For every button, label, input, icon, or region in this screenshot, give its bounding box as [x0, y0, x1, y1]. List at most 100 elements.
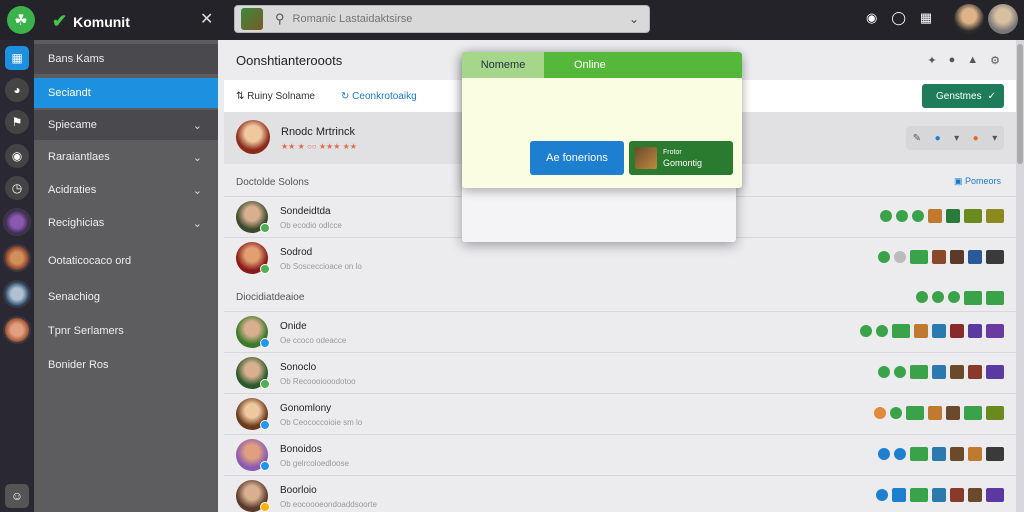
- game-icon[interactable]: [986, 406, 1004, 420]
- game-icon[interactable]: [906, 406, 924, 420]
- status-icon[interactable]: [878, 448, 890, 460]
- tab-name[interactable]: Nomeme: [462, 52, 544, 78]
- sidebar-item[interactable]: Senachiog: [34, 282, 218, 312]
- sidebar-item[interactable]: Bonider Ros: [34, 350, 218, 380]
- puzzle-icon[interactable]: ⚑: [5, 110, 29, 134]
- game-icon[interactable]: [964, 406, 982, 420]
- status-icon[interactable]: [892, 488, 906, 502]
- chat-icon[interactable]: ◯: [891, 10, 906, 26]
- game-icon[interactable]: [986, 324, 1004, 338]
- game-icon[interactable]: [950, 488, 964, 502]
- add-server-icon[interactable]: ☺: [5, 484, 29, 508]
- server-avatar[interactable]: [3, 244, 31, 272]
- sidebar-item[interactable]: Ootaticocaco ord: [34, 246, 218, 276]
- app-logo-icon[interactable]: ☘: [7, 6, 35, 34]
- friend-row[interactable]: Boorloio Ob eocoooeondoaddsoorte: [224, 475, 1016, 512]
- sort-link[interactable]: ⇅ Ruiny Solname: [236, 91, 315, 102]
- sidebar-item[interactable]: Acidraties ⌄: [34, 175, 218, 205]
- sidebar-item[interactable]: Tpnr Serlamers: [34, 316, 218, 346]
- clock-icon[interactable]: ◷: [5, 176, 29, 200]
- friend-row[interactable]: Sodrod Ob Sosceccioace on lo: [224, 237, 1016, 278]
- settings-icon[interactable]: ⚙: [990, 54, 1000, 67]
- action-button[interactable]: Genstmes ✓: [922, 84, 1004, 108]
- status-icon[interactable]: [894, 448, 906, 460]
- game-icon[interactable]: [932, 250, 946, 264]
- user-avatar[interactable]: [954, 4, 984, 34]
- game-icon[interactable]: [932, 365, 946, 379]
- puzzle-icon[interactable]: ✦: [927, 54, 936, 67]
- tab-online[interactable]: Online: [574, 52, 606, 78]
- game-icon[interactable]: [910, 488, 928, 502]
- game-icon[interactable]: [928, 406, 942, 420]
- user-controls[interactable]: ✎ ● ▾ ● ▾: [906, 126, 1004, 150]
- profile-avatar[interactable]: [988, 4, 1018, 34]
- status-icon[interactable]: [880, 210, 892, 222]
- friend-row[interactable]: Bonoidos Ob gelrcoloedloose: [224, 434, 1016, 475]
- status-icon[interactable]: [878, 251, 890, 263]
- game-icon[interactable]: [914, 324, 928, 338]
- grid-icon[interactable]: ▦: [920, 10, 932, 26]
- voice-icon[interactable]: ●: [935, 133, 941, 144]
- game-icon[interactable]: [950, 447, 964, 461]
- chevron-down-icon[interactable]: ⌄: [629, 12, 639, 26]
- pen-icon[interactable]: ✎: [913, 133, 921, 144]
- game-icon[interactable]: [932, 488, 946, 502]
- game-icon[interactable]: [968, 365, 982, 379]
- pin-icon[interactable]: ▲: [967, 54, 978, 67]
- record-icon[interactable]: ●: [973, 133, 979, 144]
- scrollbar-thumb[interactable]: [1017, 44, 1023, 164]
- friend-row[interactable]: Gonomlony Ob Ceococcoioie sm lo: [224, 393, 1016, 434]
- status-icon[interactable]: ◉: [866, 10, 877, 26]
- game-icon[interactable]: [964, 209, 982, 223]
- home-icon[interactable]: ▦: [5, 46, 29, 70]
- status-icon[interactable]: [878, 366, 890, 378]
- game-icon[interactable]: [932, 324, 946, 338]
- scrollbar[interactable]: [1016, 40, 1024, 512]
- game-icon[interactable]: [968, 447, 982, 461]
- close-icon[interactable]: ✕: [200, 9, 213, 29]
- popup-primary-button[interactable]: Ae fonerions: [530, 141, 624, 175]
- bell-icon[interactable]: ●: [949, 54, 956, 67]
- game-icon[interactable]: [986, 488, 1004, 502]
- server-avatar[interactable]: [3, 316, 31, 344]
- status-icon[interactable]: [876, 489, 888, 501]
- game-icon[interactable]: [950, 365, 964, 379]
- game-icon[interactable]: [928, 209, 942, 223]
- chevron-down-icon[interactable]: ▾: [954, 133, 959, 144]
- server-avatar[interactable]: [3, 280, 31, 308]
- sidebar-item[interactable]: Recighicias ⌄: [34, 208, 218, 238]
- game-icon[interactable]: [946, 209, 960, 223]
- status-icon[interactable]: [894, 366, 906, 378]
- status-icon[interactable]: [894, 251, 906, 263]
- game-icon[interactable]: [968, 488, 982, 502]
- game-icon[interactable]: [986, 250, 1004, 264]
- status-icon[interactable]: [876, 325, 888, 337]
- game-icon[interactable]: [892, 324, 910, 338]
- friend-row[interactable]: Sonoclo Ob Recoooiooodotoo: [224, 352, 1016, 393]
- filter-link[interactable]: ↻ Ceonkrotoaikg: [341, 91, 417, 102]
- search-bar[interactable]: ⚲ ⌄: [234, 5, 650, 33]
- status-icon[interactable]: [912, 210, 924, 222]
- game-icon[interactable]: [910, 365, 928, 379]
- sidebar-item[interactable]: Bans Kams: [34, 44, 218, 74]
- section-action[interactable]: ▣ Pomeors: [954, 176, 1001, 187]
- friend-row[interactable]: Onide Oe ccoco odeacce: [224, 311, 1016, 352]
- game-icon[interactable]: [968, 324, 982, 338]
- game-icon[interactable]: [986, 209, 1004, 223]
- game-icon[interactable]: [986, 447, 1004, 461]
- compass-icon[interactable]: ◕: [5, 78, 29, 102]
- status-icon[interactable]: [890, 407, 902, 419]
- game-icon[interactable]: [910, 447, 928, 461]
- status-icon[interactable]: [896, 210, 908, 222]
- sidebar-item[interactable]: Raraiantlaes ⌄: [34, 142, 218, 172]
- game-icon[interactable]: [946, 406, 960, 420]
- status-icon[interactable]: [874, 407, 886, 419]
- popup-game-button[interactable]: Frotor Gomontig: [629, 141, 733, 175]
- game-icon[interactable]: [986, 365, 1004, 379]
- game-icon[interactable]: [932, 447, 946, 461]
- game-icon[interactable]: [950, 250, 964, 264]
- chevron-down-icon[interactable]: ▾: [992, 133, 997, 144]
- game-icon[interactable]: [950, 324, 964, 338]
- game-icon[interactable]: [910, 250, 928, 264]
- status-icon[interactable]: [860, 325, 872, 337]
